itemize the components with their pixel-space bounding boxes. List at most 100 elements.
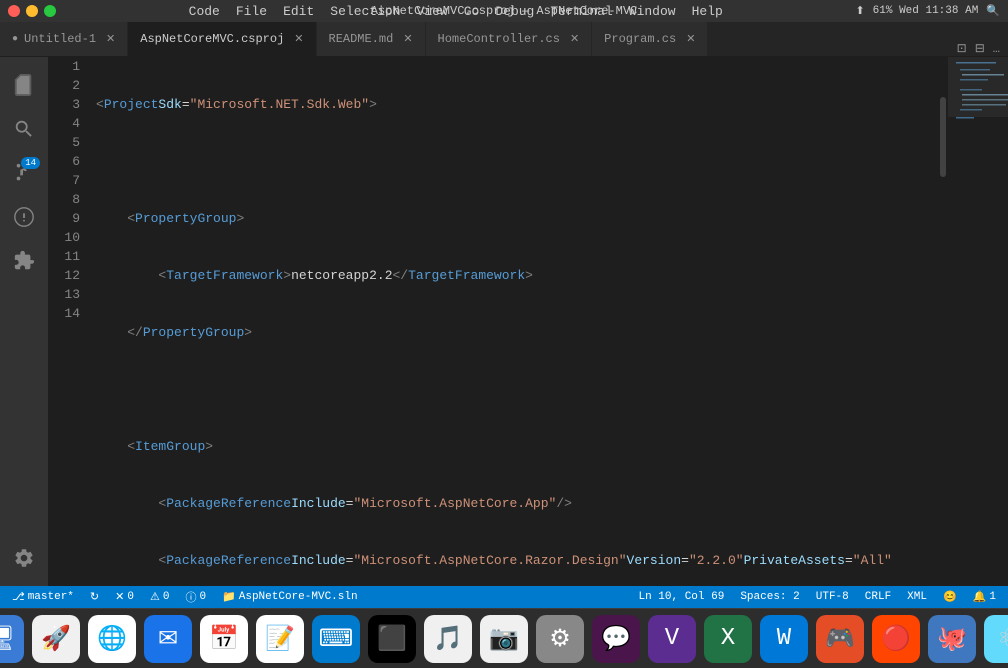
code-line-6 (96, 380, 930, 399)
minimize-button[interactable] (26, 5, 38, 17)
branch-name: master* (28, 591, 74, 603)
code-line-8: <PackageReference Include="Microsoft.Asp… (96, 494, 930, 513)
activity-bottom (4, 538, 44, 586)
dock-chrome[interactable]: 🌐 (88, 615, 136, 663)
scrollbar[interactable] (938, 57, 948, 586)
tab-untitled[interactable]: ● Untitled-1 ✕ (0, 22, 128, 56)
dock-extra5[interactable]: 🔴 (872, 615, 920, 663)
tab-label: README.md (329, 32, 394, 46)
code-line-9: <PackageReference Include="Microsoft.Asp… (96, 551, 930, 570)
tab-close-icon[interactable]: ✕ (106, 32, 115, 46)
main-area: 14 1 2 (0, 57, 1008, 586)
dock-settings[interactable]: ⚙ (536, 615, 584, 663)
activity-debug[interactable] (4, 197, 44, 237)
tab-readme[interactable]: README.md ✕ (317, 22, 426, 56)
tab-bar: ● Untitled-1 ✕ AspNetCoreMVC.csproj ✕ RE… (0, 22, 1008, 57)
statusbar-right: Ln 10, Col 69 Spaces: 2 UTF-8 CRLF XML 😊… (635, 590, 1001, 604)
dock-extra7[interactable]: ⚛ (984, 615, 1008, 663)
dock-terminal[interactable]: ⬛ (368, 615, 416, 663)
status-bar: ⎇ master* ↻ ✕ 0 ⚠ 0 ⓘ 0 📁 AspNetCore-MVC… (0, 586, 1008, 608)
window-controls[interactable] (8, 5, 56, 17)
activity-search[interactable] (4, 109, 44, 149)
info-count[interactable]: ⓘ 0 (181, 589, 210, 605)
menu-code[interactable]: Code (189, 4, 220, 19)
tab-label: HomeController.cs (438, 32, 560, 46)
encoding[interactable]: UTF-8 (812, 591, 853, 603)
notification-bell[interactable]: 🔔 1 (969, 590, 1000, 604)
dock-extra3[interactable]: W (760, 615, 808, 663)
toggle-panel-icon[interactable]: ⊟ (975, 41, 985, 56)
more-actions-icon[interactable]: … (993, 42, 1000, 56)
titlebar: Code File Edit Selection View Go Debug T… (0, 0, 1008, 22)
dock-extra1[interactable]: V (648, 615, 696, 663)
activity-source-control[interactable]: 14 (4, 153, 44, 193)
code-line-5: </PropertyGroup> (96, 323, 930, 342)
tab-label: AspNetCoreMVC.csproj (140, 32, 284, 46)
dock-vscode[interactable]: ⌨ (312, 615, 360, 663)
minimap-highlight (948, 57, 1008, 117)
sync-icon[interactable]: ↻ (86, 590, 103, 604)
dock-email[interactable]: ✉ (144, 615, 192, 663)
indent-info[interactable]: Spaces: 2 (736, 591, 803, 603)
code-line-7: <ItemGroup> (96, 437, 930, 456)
language[interactable]: XML (903, 591, 931, 603)
dock-photos[interactable]: 📷 (480, 615, 528, 663)
menu-help[interactable]: Help (692, 4, 723, 19)
window-title: AspNetCoreMVC.csproj — AspNetCore-MVC (371, 4, 637, 18)
dock-notion[interactable]: 📝 (256, 615, 304, 663)
editor: 1 2 3 4 5 6 7 8 9 10 11 12 13 14 <Projec… (48, 57, 1008, 586)
error-count[interactable]: ✕ 0 (111, 590, 138, 604)
info-icon: ⓘ (185, 589, 196, 605)
minimap (948, 57, 1008, 586)
menu-edit[interactable]: Edit (283, 4, 314, 19)
branch-info[interactable]: ⎇ master* (8, 590, 78, 604)
sync-arrows-icon: ↻ (90, 590, 99, 604)
source-control-badge: 14 (21, 157, 40, 169)
tab-close-icon[interactable]: ✕ (403, 32, 412, 46)
menu-file[interactable]: File (236, 4, 267, 19)
tab-actions: ⊡ ⊟ … (949, 41, 1008, 56)
tab-close-icon[interactable]: ✕ (570, 32, 579, 46)
activity-settings[interactable] (4, 538, 44, 578)
warning-count[interactable]: ⚠ 0 (146, 590, 173, 604)
tab-label: Program.cs (604, 32, 676, 46)
dock-calendar[interactable]: 📅 (200, 615, 248, 663)
scrollbar-thumb[interactable] (940, 97, 946, 177)
activity-bar: 14 (0, 57, 48, 586)
tab-homecontroller[interactable]: HomeController.cs ✕ (426, 22, 593, 56)
maximize-button[interactable] (44, 5, 56, 17)
eol[interactable]: CRLF (861, 591, 895, 603)
dock-extra6[interactable]: 🐙 (928, 615, 976, 663)
dock-finder[interactable]: 🖥 (0, 615, 24, 663)
activity-extensions[interactable] (4, 241, 44, 281)
dock-extra2[interactable]: X (704, 615, 752, 663)
cursor-position[interactable]: Ln 10, Col 69 (635, 591, 729, 603)
bell-icon: 🔔 (973, 590, 987, 604)
dock-music[interactable]: 🎵 (424, 615, 472, 663)
tab-program[interactable]: Program.cs ✕ (592, 22, 708, 56)
split-editor-icon[interactable]: ⊡ (957, 41, 967, 56)
code-area[interactable]: 1 2 3 4 5 6 7 8 9 10 11 12 13 14 <Projec… (48, 57, 1008, 586)
dock-slack[interactable]: 💬 (592, 615, 640, 663)
branch-icon: ⎇ (12, 590, 25, 604)
titlebar-right-info: ⬆ 61% Wed 11:38 AM 🔍 (855, 4, 1000, 18)
code-line-1: <Project Sdk="Microsoft.NET.Sdk.Web"> (96, 95, 930, 114)
code-editor[interactable]: <Project Sdk="Microsoft.NET.Sdk.Web"> <P… (88, 57, 938, 586)
tab-dot-icon: ● (12, 34, 18, 45)
dock-launchpad[interactable]: 🚀 (32, 615, 80, 663)
code-line-4: <TargetFramework>netcoreapp2.2</TargetFr… (96, 266, 930, 285)
tab-csproj[interactable]: AspNetCoreMVC.csproj ✕ (128, 22, 316, 56)
emoji-feedback[interactable]: 😊 (939, 590, 961, 604)
error-icon: ✕ (115, 590, 124, 604)
activity-explorer[interactable] (4, 65, 44, 105)
tab-label: Untitled-1 (24, 32, 96, 46)
code-line-2 (96, 152, 930, 171)
dock-bar: 🖥 🚀 🌐 ✉ 📅 📝 ⌨ ⬛ 🎵 📷 ⚙ 💬 V X W 🎮 🔴 🐙 ⚛ (0, 608, 1008, 668)
tab-close-icon[interactable]: ✕ (294, 32, 303, 46)
folder-name[interactable]: 📁 AspNetCore-MVC.sln (218, 590, 362, 604)
dock-extra4[interactable]: 🎮 (816, 615, 864, 663)
folder-icon: 📁 (222, 590, 236, 604)
close-button[interactable] (8, 5, 20, 17)
statusbar-left: ⎇ master* ↻ ✕ 0 ⚠ 0 ⓘ 0 📁 AspNetCore-MVC… (8, 589, 362, 605)
tab-close-icon[interactable]: ✕ (686, 32, 695, 46)
